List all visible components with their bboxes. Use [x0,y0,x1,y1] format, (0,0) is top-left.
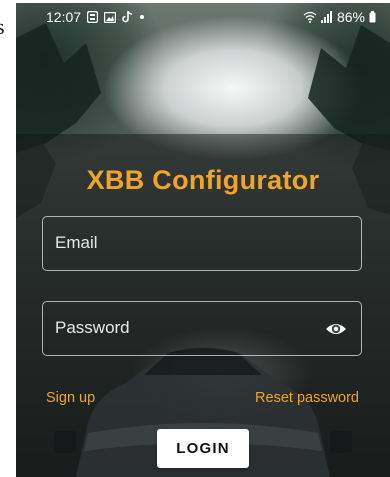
email-input[interactable] [43,217,361,270]
notification-icon [87,11,99,23]
status-time: 12:07 [46,9,82,25]
cropped-text-fragment: s [0,14,5,39]
sign-up-link[interactable]: Sign up [46,390,95,406]
status-right: 86% [303,9,376,25]
dot-icon [140,15,145,19]
phone-screen: 12:07 86% XBB Configurator Email Passwor… [16,3,390,477]
signal-icon [320,11,332,23]
reset-password-link[interactable]: Reset password [255,390,359,406]
status-bar: 12:07 86% [16,3,390,33]
battery-icon [369,11,376,23]
password-input[interactable] [43,302,361,355]
battery-percent: 86% [336,9,365,25]
wifi-icon [303,11,317,23]
gallery-icon [104,11,117,23]
tiktok-icon [122,11,133,23]
app-title: XBB Configurator [86,165,320,195]
email-field[interactable]: Email [42,216,362,271]
status-left: 12:07 [46,9,145,25]
password-field[interactable]: Password [42,301,362,356]
login-button[interactable]: LOGIN [157,429,249,468]
eye-icon[interactable] [325,320,347,338]
